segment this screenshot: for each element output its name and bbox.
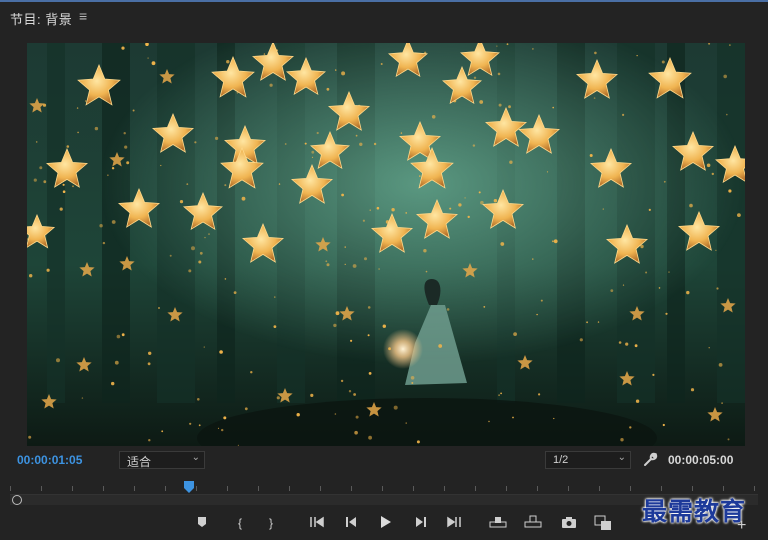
ruler-tick [506,486,507,491]
ruler-tick [41,486,42,491]
ruler-tick [165,486,166,491]
extract-icon[interactable] [524,514,542,532]
ruler-tick [72,486,73,491]
zoom-fit-value: 适合 [127,455,152,469]
ruler-tick [599,486,600,491]
step-back-icon[interactable] [342,514,360,532]
forest-stars-frame [27,43,745,446]
ruler-tick [475,486,476,491]
ruler-tick [661,486,662,491]
chevron-down-icon: ⌄ [191,452,200,463]
chevron-down-icon: ⌄ [617,452,626,463]
play-icon[interactable] [376,514,394,532]
playhead-icon[interactable] [183,480,195,494]
monitor-controls-row: 00:00:01:05 适合 ⌄ 1/2 ⌄ 00:00:05:00 [0,448,768,470]
go-to-out-icon[interactable] [445,514,463,532]
ruler-tick [227,486,228,491]
ruler-tick [258,486,259,491]
ruler-tick [289,486,290,491]
playback-resolution-value: 1/2 [553,454,569,466]
lift-icon[interactable] [489,514,507,532]
ruler-tick [754,486,755,491]
ruler-tick [723,486,724,491]
program-monitor-viewer[interactable] [27,43,745,446]
ruler-tick [692,486,693,491]
ruler-tick [134,486,135,491]
mark-in-icon[interactable]: { [231,514,249,532]
panel-title[interactable]: 节目: 背景 [10,9,72,28]
ruler-tick [320,486,321,491]
playback-resolution-dropdown[interactable]: 1/2 ⌄ [545,451,631,469]
current-timecode[interactable]: 00:00:01:05 [17,453,82,467]
ruler-tick [10,486,11,491]
time-ruler[interactable] [10,478,758,492]
wrench-icon[interactable] [642,451,658,467]
mark-out-icon[interactable]: } [262,514,280,532]
ruler-tick [444,486,445,491]
step-forward-icon[interactable] [412,514,430,532]
duration-timecode: 00:00:05:00 [668,453,734,467]
ruler-tick [537,486,538,491]
ruler-tick [351,486,352,491]
go-to-in-icon[interactable] [308,514,326,532]
ruler-tick [413,486,414,491]
camera-icon[interactable] [560,514,578,532]
ruler-tick [196,486,197,491]
scrub-handle[interactable] [12,495,22,505]
marker-icon[interactable] [193,514,211,532]
ruler-tick [103,486,104,491]
ruler-tick [630,486,631,491]
zoom-fit-dropdown[interactable]: 适合 ⌄ [119,451,205,469]
ruler-tick [382,486,383,491]
compare-icon[interactable] [594,514,612,532]
ruler-tick [568,486,569,491]
watermark-logo: 最需教育 [642,497,747,526]
panel-header: 节目: 背景 ≡ [0,2,768,30]
hamburger-icon[interactable]: ≡ [79,8,87,24]
add-button-icon[interactable]: + [737,517,746,535]
